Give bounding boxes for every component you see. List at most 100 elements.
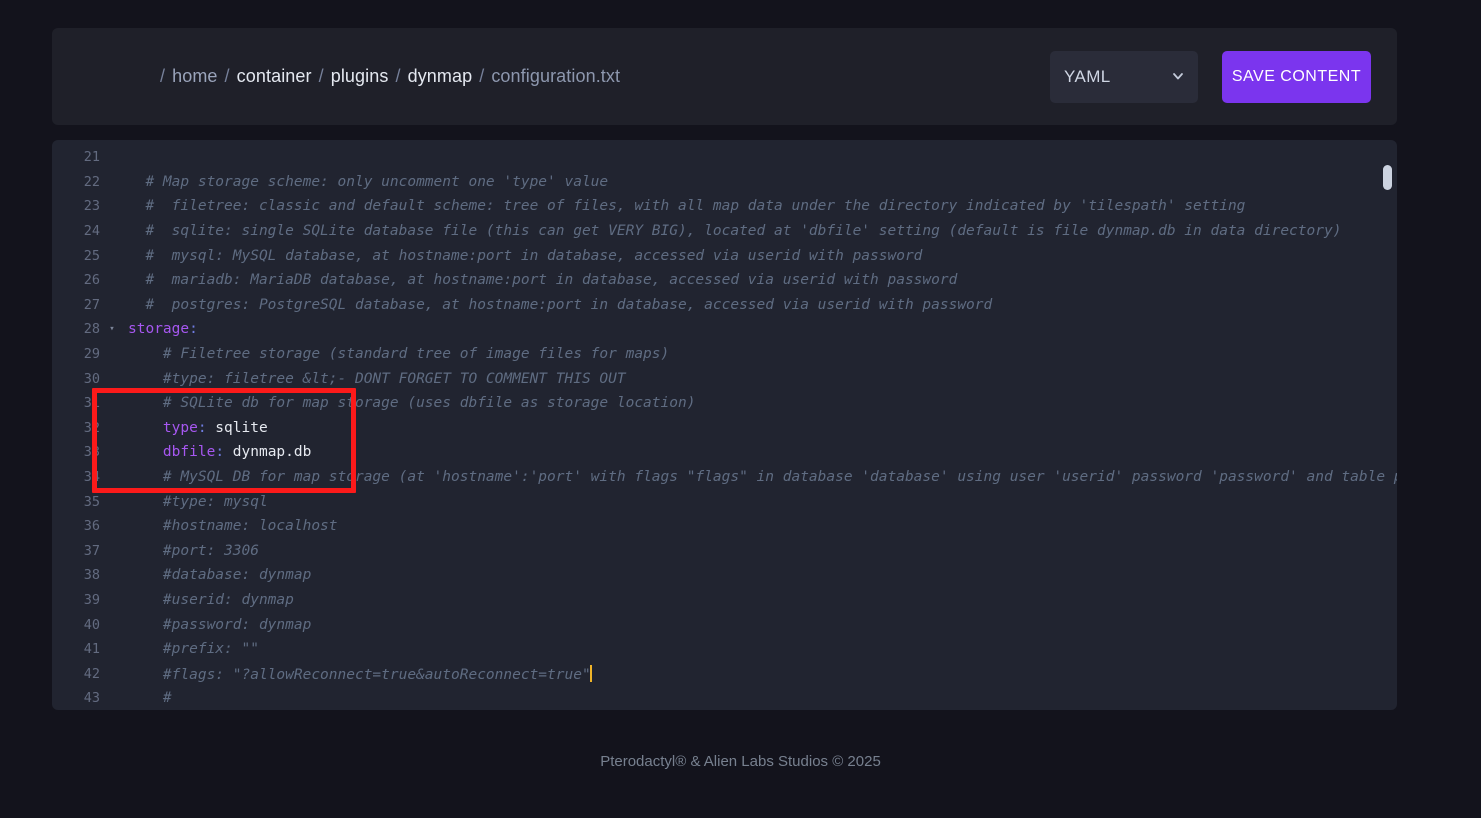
code-token-comment: # filetree: classic and default scheme: … (128, 198, 1246, 215)
code-line[interactable]: 40 #password: dynmap (52, 612, 1397, 637)
line-number: 24 (83, 223, 100, 240)
code-token-comment: # mysql: MySQL database, at hostname:por… (128, 247, 923, 264)
line-number: 32 (83, 419, 100, 436)
line-number: 22 (83, 173, 100, 190)
code-token-value: dynmap.db (224, 444, 312, 461)
code-line[interactable]: 21 (52, 145, 1397, 170)
breadcrumb-item-plugins[interactable]: plugins (331, 66, 389, 87)
code-line-text: # Filetree storage (standard tree of ima… (122, 346, 1397, 362)
code-line[interactable]: 31 # SQLite db for map storage (uses dbf… (52, 391, 1397, 416)
code-line[interactable]: 43 # (52, 686, 1397, 710)
code-line[interactable]: 27 # postgres: PostgreSQL database, at h… (52, 293, 1397, 318)
line-number: 37 (83, 542, 100, 559)
code-line-text: #type: filetree &lt;- DONT FORGET TO COM… (122, 371, 1397, 387)
code-line[interactable]: 39 #userid: dynmap (52, 588, 1397, 613)
line-number: 21 (83, 149, 100, 166)
breadcrumb-separator: / (318, 66, 324, 86)
code-line[interactable]: 26 # mariadb: MariaDB database, at hostn… (52, 268, 1397, 293)
code-line[interactable]: 23 # filetree: classic and default schem… (52, 194, 1397, 219)
code-line[interactable]: 41 #prefix: "" (52, 637, 1397, 662)
breadcrumb-separator: / (395, 66, 401, 86)
code-token-comment: #port: 3306 (128, 542, 259, 559)
code-token-comment: #password: dynmap (128, 616, 312, 633)
code-line-text: # MySQL DB for map storage (at 'hostname… (122, 469, 1397, 485)
line-number: 34 (83, 469, 100, 486)
breadcrumb-item-container[interactable]: container (237, 66, 312, 87)
page-footer: Pterodactyl® & Alien Labs Studios © 2025 (600, 753, 881, 770)
code-line[interactable]: 30 #type: filetree &lt;- DONT FORGET TO … (52, 366, 1397, 391)
code-line[interactable]: 37 #port: 3306 (52, 539, 1397, 564)
code-line[interactable]: 42 #flags: "?allowReconnect=true&autoRec… (52, 661, 1397, 686)
code-line-text: #prefix: "" (122, 641, 1397, 657)
code-token-colon: : (215, 444, 225, 461)
editor-scrollbar-track[interactable] (1380, 140, 1394, 710)
code-token-comment: # Map storage scheme: only uncomment one… (128, 173, 609, 190)
chevron-down-icon (1172, 70, 1184, 82)
code-line-text: # Map storage scheme: only uncomment one… (122, 174, 1397, 190)
code-line[interactable]: 28 ▾ storage: (52, 317, 1397, 342)
code-line-text: # (122, 690, 1397, 706)
code-lines: 21 22 # Map storage scheme: only uncommen… (52, 140, 1397, 710)
code-line-text: #hostname: localhost (122, 518, 1397, 534)
line-number: 28 (83, 321, 100, 338)
code-token-comment: # MySQL DB for map storage (at 'hostname… (128, 469, 1397, 486)
code-token-comment: #type: filetree &lt;- DONT FORGET TO COM… (128, 370, 626, 387)
breadcrumb-separator: / (479, 66, 485, 86)
text-cursor (589, 664, 592, 682)
code-line[interactable]: 34 # MySQL DB for map storage (at 'hostn… (52, 465, 1397, 490)
line-number: 40 (83, 616, 100, 633)
code-line[interactable]: 38 #database: dynmap (52, 563, 1397, 588)
line-number: 42 (83, 665, 100, 682)
line-number: 33 (83, 444, 100, 461)
code-line[interactable]: 24 # sqlite: single SQLite database file… (52, 219, 1397, 244)
code-token-comment: # SQLite db for map storage (uses dbfile… (128, 395, 696, 412)
code-token-comment: #flags: "?allowReconnect=true&autoReconn… (128, 666, 591, 683)
code-token-colon: : (189, 321, 198, 338)
editor-scrollbar-thumb[interactable] (1383, 165, 1392, 190)
code-token-comment: #prefix: "" (128, 641, 259, 658)
code-line-text: #type: mysql (122, 494, 1397, 510)
code-line[interactable]: 35 #type: mysql (52, 489, 1397, 514)
code-token-comment: #database: dynmap (128, 567, 312, 584)
line-number: 27 (83, 296, 100, 313)
line-number: 35 (83, 493, 100, 510)
breadcrumb-separator: / (224, 66, 230, 86)
code-line-text: type: sqlite (122, 420, 1397, 436)
line-number: 23 (83, 198, 100, 215)
code-editor-viewport[interactable]: 21 22 # Map storage scheme: only uncommen… (52, 140, 1397, 710)
code-line-text: #userid: dynmap (122, 592, 1397, 608)
line-number: 38 (83, 567, 100, 584)
fold-arrow-icon[interactable]: ▾ (102, 324, 122, 334)
code-line-text: dbfile: dynmap.db (122, 444, 1397, 460)
code-token-comment: # postgres: PostgreSQL database, at host… (128, 296, 993, 313)
code-token-comment: # Filetree storage (standard tree of ima… (128, 346, 670, 363)
code-line[interactable]: 25 # mysql: MySQL database, at hostname:… (52, 243, 1397, 268)
line-number: 31 (83, 395, 100, 412)
file-header-bar: / home / container / plugins / dynmap / configura… (52, 28, 1397, 125)
code-line[interactable]: 22 # Map storage scheme: only uncomment … (52, 170, 1397, 195)
code-line-text: storage: (122, 321, 1397, 337)
page-root: / home / container / plugins / dynmap / configura… (0, 0, 1481, 818)
code-line-text: #flags: "?allowReconnect=true&autoReconn… (122, 664, 1397, 683)
line-number: 39 (83, 591, 100, 608)
language-select[interactable]: YAML (1050, 50, 1198, 103)
code-token-key: dbfile (162, 444, 216, 461)
code-line[interactable]: 33 dbfile: dynmap.db (52, 440, 1397, 465)
code-line[interactable]: 36 #hostname: localhost (52, 514, 1397, 539)
code-line-text: # SQLite db for map storage (uses dbfile… (122, 395, 1397, 411)
code-line-text: #database: dynmap (122, 567, 1397, 583)
line-number: 30 (83, 370, 100, 387)
code-editor[interactable]: 21 22 # Map storage scheme: only uncommen… (52, 140, 1397, 710)
code-line-text: #password: dynmap (122, 617, 1397, 633)
language-select-value: YAML (1064, 66, 1111, 86)
code-token-comment: # sqlite: single SQLite database file (t… (128, 223, 1342, 240)
code-line-text: # postgres: PostgreSQL database, at host… (122, 297, 1397, 313)
code-line[interactable]: 32 type: sqlite (52, 416, 1397, 441)
save-content-button[interactable]: SAVE CONTENT (1222, 50, 1371, 103)
breadcrumb-item-home[interactable]: home (172, 66, 217, 87)
code-line[interactable]: 29 # Filetree storage (standard tree of … (52, 342, 1397, 367)
breadcrumb-item-dynmap[interactable]: dynmap (408, 66, 473, 87)
code-line-text: #port: 3306 (122, 543, 1397, 559)
